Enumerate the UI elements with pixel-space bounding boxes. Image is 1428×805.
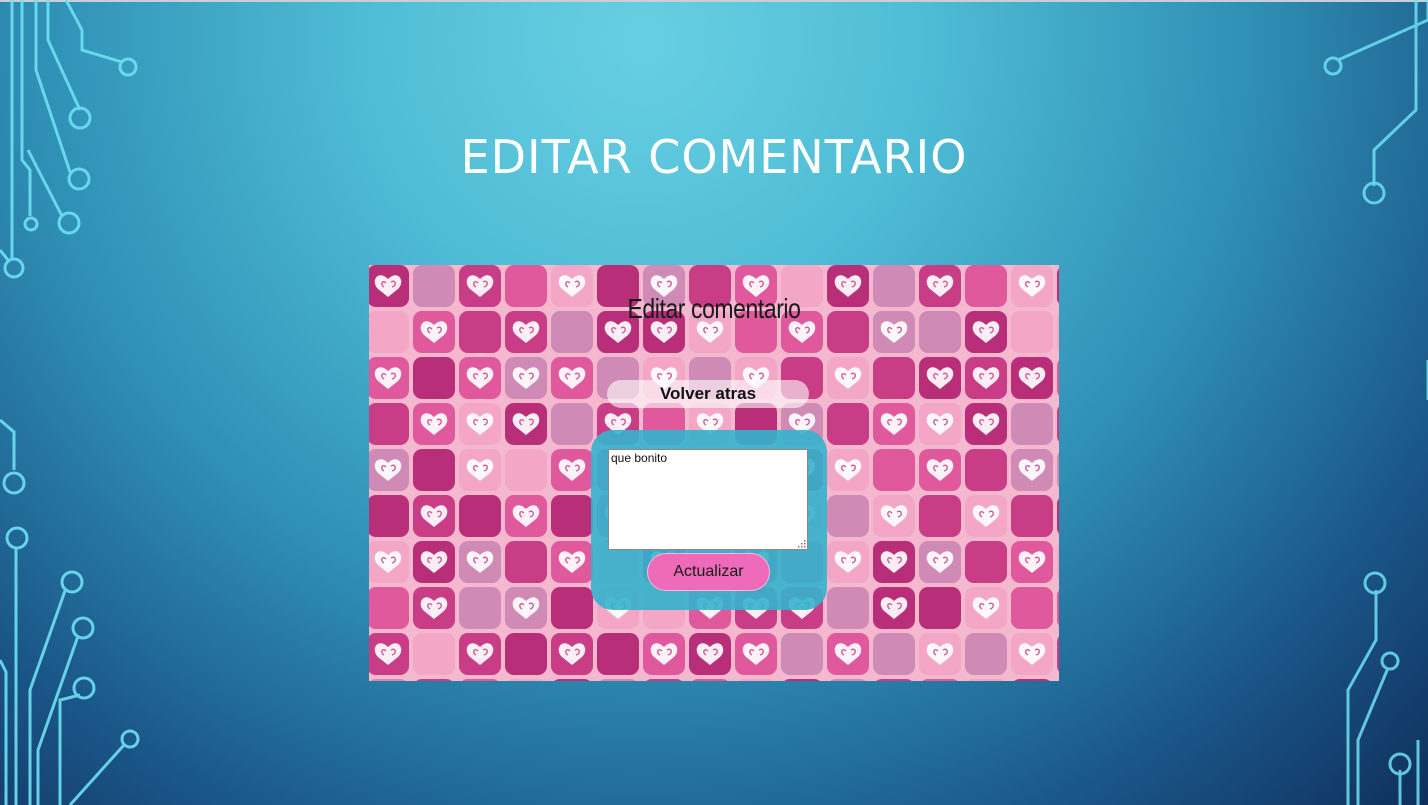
pattern-tile [965,633,1007,675]
pattern-tile [369,403,409,445]
pattern-tile [600,679,636,681]
pattern-tile [876,679,912,681]
pattern-tile [369,311,409,353]
pattern-tile [1057,314,1059,350]
pattern-tile [1011,403,1053,445]
pattern-tile [738,679,774,681]
pattern-tile [965,541,1007,583]
pattern-tile [551,587,593,629]
pattern-tile [459,587,501,629]
pattern-tile [968,679,1004,681]
pattern-tile [827,587,869,629]
pattern-tile [1011,495,1053,537]
pattern-tile [551,495,593,537]
pattern-tile [646,679,682,681]
pattern-tile [1057,452,1059,488]
pattern-tile [459,495,501,537]
pattern-tile [1057,498,1059,534]
pattern-tile [1057,268,1059,304]
pattern-tile [1057,544,1059,580]
pattern-tile [1057,679,1059,681]
resize-grip-icon[interactable] [797,539,806,548]
pattern-tile [827,495,869,537]
pattern-tile [505,633,547,675]
pattern-tile [919,587,961,629]
comment-textarea[interactable] [608,449,808,550]
pattern-tile [1057,360,1059,396]
pattern-tile [369,495,409,537]
pattern-tile [413,357,455,399]
pattern-tile [505,541,547,583]
pattern-tile [827,403,869,445]
pattern-tile [551,403,593,445]
pattern-tile [505,449,547,491]
pattern-tile [873,633,915,675]
editar-comentario-heading: Editar comentario [627,293,801,324]
update-button[interactable]: Actualizar [647,553,770,591]
pattern-tile [370,679,406,681]
pattern-tile [692,679,728,681]
circuit-decoration-right [1323,0,1428,805]
pattern-tile [1057,406,1059,442]
pattern-tile [413,633,455,675]
pattern-tile [1057,590,1059,626]
slide-title: EDITAR COMENTARIO [460,130,968,184]
pattern-tile [781,633,823,675]
pattern-tile [830,679,866,681]
pattern-tile [554,679,590,681]
circuit-decoration-left [0,0,140,805]
pattern-tile [784,679,820,681]
pattern-tile [922,679,958,681]
app-screenshot: Editar comentario Volver atras Actualiza… [369,265,1059,681]
pattern-tile [919,495,961,537]
pattern-tile [1011,587,1053,629]
pattern-tile [1011,311,1053,353]
pattern-tile [873,449,915,491]
back-button[interactable]: Volver atras [607,380,809,408]
pattern-tile [873,357,915,399]
slide-top-border [0,0,1428,2]
pattern-tile [413,449,455,491]
pattern-tile [1057,636,1059,672]
pattern-tile [597,633,639,675]
pattern-tile [416,679,452,681]
pattern-tile [462,679,498,681]
pattern-tile [965,449,1007,491]
pattern-tile [508,679,544,681]
pattern-tile [369,587,409,629]
pattern-tile [1014,679,1050,681]
